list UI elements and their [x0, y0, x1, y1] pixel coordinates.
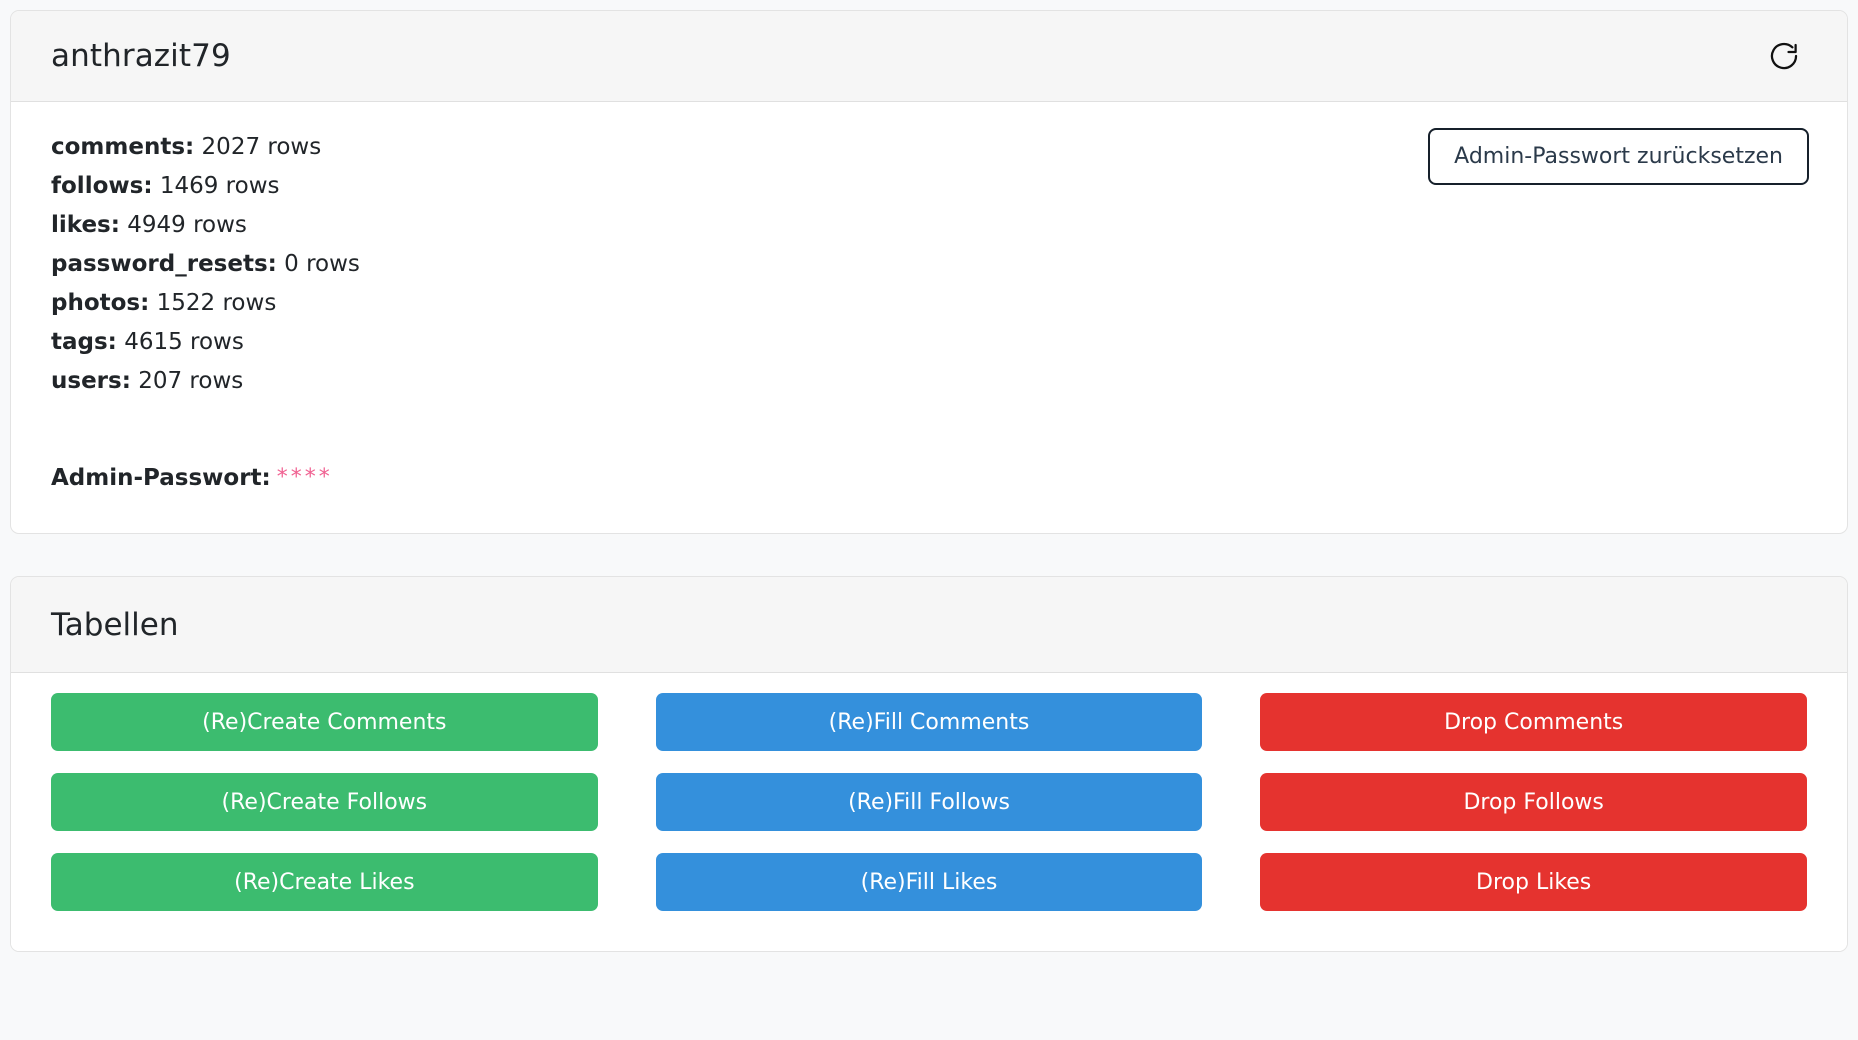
- tables-section-title: Tabellen: [51, 606, 179, 643]
- reset-admin-password-button[interactable]: Admin-Passwort zurücksetzen: [1428, 128, 1809, 186]
- stat-value-users: 207 rows: [138, 368, 244, 394]
- tables-card-body: (Re)Create Comments (Re)Fill Comments Dr…: [11, 673, 1847, 951]
- stat-name-tags: tags:: [51, 329, 117, 355]
- stat-value-comments: 2027 rows: [201, 134, 322, 160]
- status-card-body: comments: 2027 rows follows: 1469 rows l…: [11, 102, 1847, 533]
- table-actions-grid: (Re)Create Comments (Re)Fill Comments Dr…: [51, 693, 1807, 911]
- stat-name-follows: follows:: [51, 173, 153, 199]
- admin-password-row: Admin-Passwort: ****: [51, 463, 1807, 493]
- refresh-button[interactable]: [1761, 33, 1807, 79]
- tables-card: Tabellen (Re)Create Comments (Re)Fill Co…: [10, 576, 1848, 952]
- stat-name-password-resets: password_resets:: [51, 251, 277, 277]
- list-item: tags: 4615 rows: [51, 323, 1807, 362]
- stat-name-photos: photos:: [51, 290, 150, 316]
- card-spacer: [10, 534, 1848, 576]
- reset-password-wrapper: Admin-Passwort zurücksetzen: [1428, 128, 1809, 186]
- stat-value-password-resets: 0 rows: [284, 251, 360, 277]
- stat-value-follows: 1469 rows: [159, 173, 280, 199]
- stat-name-likes: likes:: [51, 212, 120, 238]
- drop-comments-button[interactable]: Drop Comments: [1260, 693, 1807, 751]
- list-item: likes: 4949 rows: [51, 206, 1807, 245]
- refill-follows-button[interactable]: (Re)Fill Follows: [655, 773, 1203, 831]
- status-card-header: anthrazit79: [11, 11, 1847, 102]
- stat-name-comments: comments:: [51, 134, 195, 160]
- list-item: photos: 1522 rows: [51, 284, 1807, 323]
- list-item: password_resets: 0 rows: [51, 245, 1807, 284]
- admin-password-value: ****: [276, 465, 333, 490]
- recreate-follows-button[interactable]: (Re)Create Follows: [51, 773, 598, 831]
- drop-follows-button[interactable]: Drop Follows: [1260, 773, 1807, 831]
- stat-name-users: users:: [51, 368, 131, 394]
- drop-likes-button[interactable]: Drop Likes: [1260, 853, 1807, 911]
- stat-value-tags: 4615 rows: [124, 329, 244, 355]
- tables-card-header: Tabellen: [11, 577, 1847, 673]
- status-card: anthrazit79 comments: 2027 rows follows:: [10, 10, 1848, 534]
- stat-value-likes: 4949 rows: [127, 212, 247, 238]
- page-root: anthrazit79 comments: 2027 rows follows:: [0, 0, 1858, 1040]
- page-title: anthrazit79: [51, 38, 231, 74]
- refill-likes-button[interactable]: (Re)Fill Likes: [655, 853, 1203, 911]
- recreate-likes-button[interactable]: (Re)Create Likes: [51, 853, 598, 911]
- stat-value-photos: 1522 rows: [156, 290, 277, 316]
- refresh-icon: [1767, 39, 1801, 73]
- recreate-comments-button[interactable]: (Re)Create Comments: [51, 693, 598, 751]
- list-item: users: 207 rows: [51, 362, 1807, 401]
- admin-password-label: Admin-Passwort:: [51, 465, 271, 491]
- refill-comments-button[interactable]: (Re)Fill Comments: [655, 693, 1203, 751]
